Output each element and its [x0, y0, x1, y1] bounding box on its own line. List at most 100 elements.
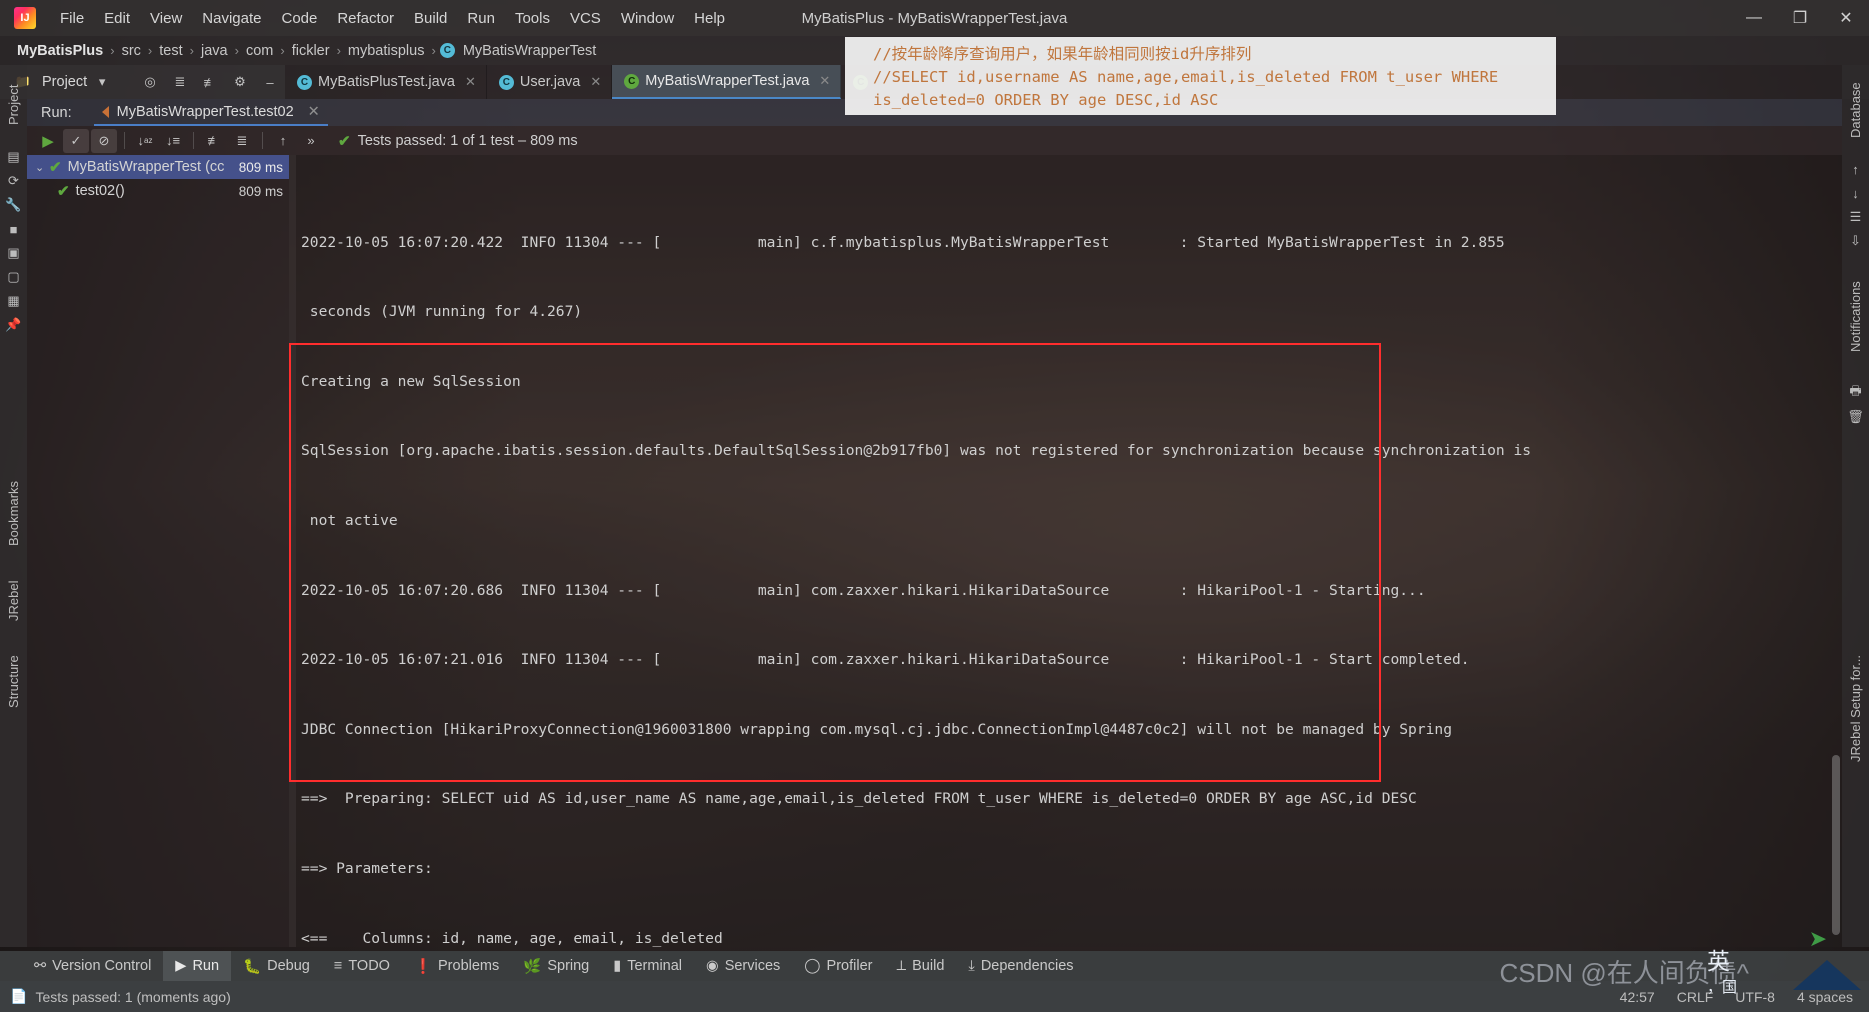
bottom-item-debug[interactable]: 🐛 Debug [231, 951, 322, 981]
menu-item-edit[interactable]: Edit [94, 7, 140, 30]
bottom-item-terminal[interactable]: ▮ Terminal [601, 951, 694, 981]
menu-item-build[interactable]: Build [404, 7, 457, 30]
console-line: ==> Preparing: SELECT uid AS id,user_nam… [301, 790, 1417, 808]
menu-item-file[interactable]: File [50, 7, 94, 30]
maven-icon[interactable]: ▢ [0, 265, 27, 289]
target-icon[interactable]: ◎ [137, 69, 163, 95]
menu-item-tools[interactable]: Tools [505, 7, 560, 30]
jrebel-icon: ➤ [1808, 926, 1827, 951]
caret-position[interactable]: 42:57 [1620, 989, 1655, 1005]
collapse-icon[interactable]: ≣ [167, 69, 193, 95]
collapse-all-icon[interactable]: ≣ [229, 129, 255, 153]
print-icon[interactable]: 🖶 [1842, 381, 1869, 405]
minimize-button[interactable]: — [1731, 0, 1777, 36]
more-icon[interactable]: » [298, 129, 324, 153]
tool-window-jrebel[interactable]: JRebel [6, 567, 21, 635]
bottom-item-run[interactable]: ▶ Run [163, 951, 232, 981]
bottom-item-services[interactable]: ◉ Services [694, 951, 792, 981]
gear-icon[interactable]: ⚙ [227, 69, 253, 95]
breadcrumb-item-java[interactable]: java [198, 43, 231, 59]
console-scrollbar-thumb[interactable] [1832, 755, 1840, 935]
prev-failed-icon[interactable]: ↑ [270, 129, 296, 153]
menu-item-vcs[interactable]: VCS [560, 7, 611, 30]
test-tree-row-method[interactable]: ✔ test02() 809 ms [27, 179, 289, 203]
bottom-item-spring[interactable]: 🌿 Spring [511, 951, 601, 981]
annotation-line-1: //按年龄降序查询用户，如果年龄相同则按id升序排列 [873, 45, 1252, 63]
test-tree: ⌄ ✔ MyBatisWrapperTest (cc 809 ms ✔ test… [27, 155, 289, 947]
rerun-icon[interactable]: ▶ [35, 129, 61, 153]
commit-icon[interactable]: ⟳ [0, 169, 27, 193]
sort-alpha-icon[interactable]: ↓ az [132, 129, 158, 153]
expand-icon[interactable]: ≢ [197, 69, 223, 95]
console-line: JDBC Connection [HikariProxyConnection@1… [301, 720, 1452, 738]
menu-item-refactor[interactable]: Refactor [327, 7, 404, 30]
close-icon[interactable]: ✕ [465, 74, 476, 90]
bottom-item-dependencies[interactable]: ⤓ Dependencies [956, 951, 1085, 981]
ime-language: 英 [1707, 948, 1730, 974]
dependencies-icon: ⤓ [968, 958, 975, 974]
sort-duration-icon[interactable]: ↓≡ [160, 129, 186, 153]
build-icon[interactable]: 🔧 [0, 193, 27, 217]
bottom-item-label: Spring [547, 958, 590, 974]
arrow-up-icon[interactable]: ↑ [1842, 157, 1869, 181]
expand-all-icon[interactable]: ≢ [201, 129, 227, 153]
menu-item-navigate[interactable]: Navigate [192, 7, 271, 30]
grid-icon[interactable]: ▦ [0, 289, 27, 313]
minimize-icon[interactable]: – [257, 69, 283, 95]
console-output[interactable]: 2022-10-05 16:07:20.422 INFO 11304 --- [… [289, 155, 1842, 947]
breadcrumb-item-test[interactable]: test [156, 43, 185, 59]
bottom-item-label: Version Control [52, 958, 152, 974]
show-passed-icon[interactable]: ✓ [63, 128, 89, 153]
run-configuration-tab[interactable]: MyBatisWrapperTest.test02 ✕ [93, 99, 328, 126]
breadcrumb-item-fickler[interactable]: fickler [289, 43, 333, 59]
close-icon[interactable]: ✕ [819, 73, 830, 89]
editor-tab-mybatisplustest[interactable]: C MyBatisPlusTest.java ✕ [285, 65, 487, 99]
stop-icon[interactable]: ■ [0, 217, 27, 241]
menu-item-help[interactable]: Help [684, 7, 735, 30]
tool-window-structure[interactable]: Structure [6, 643, 21, 721]
breadcrumb-separator: › [234, 43, 239, 58]
hide-ignored-icon[interactable]: ⊘ [91, 128, 117, 153]
database-icon[interactable]: ▣ [0, 241, 27, 265]
close-icon[interactable]: ✕ [308, 104, 320, 120]
menu-item-run[interactable]: Run [457, 7, 505, 30]
menu-item-view[interactable]: View [140, 7, 192, 30]
tool-window-project[interactable]: Project [6, 73, 21, 137]
console-line: not active [301, 512, 398, 530]
terminal-icon: ▮ [613, 958, 622, 974]
breadcrumb-item-src[interactable]: src [119, 43, 144, 59]
editor-tab-mybatiswrappertest[interactable]: C MyBatisWrapperTest.java ✕ [612, 65, 842, 99]
chevron-down-icon[interactable]: ⌄ [35, 161, 49, 174]
tool-window-bookmarks[interactable]: Bookmarks [6, 467, 21, 559]
breadcrumb-item-com[interactable]: com [243, 43, 276, 59]
close-button[interactable]: ✕ [1823, 0, 1869, 36]
test-tree-row-class[interactable]: ⌄ ✔ MyBatisWrapperTest (cc 809 ms [27, 155, 289, 179]
bottom-item-build[interactable]: ⟂ Build [884, 951, 956, 981]
chevron-down-icon[interactable]: ▾ [89, 69, 115, 95]
trash-icon[interactable]: 🗑 [1842, 405, 1869, 429]
console-line: SqlSession [org.apache.ibatis.session.de… [301, 442, 1532, 460]
close-icon[interactable]: ✕ [590, 74, 601, 90]
indent-setting[interactable]: 4 spaces [1797, 989, 1853, 1005]
menu-item-code[interactable]: Code [271, 7, 327, 30]
editor-tab-user[interactable]: C User.java ✕ [487, 65, 613, 99]
project-toolbar-label[interactable]: Project [42, 74, 87, 90]
tool-window-database[interactable]: Database [1848, 71, 1863, 149]
pin-icon[interactable]: 📌 [0, 313, 27, 337]
bottom-item-version-control[interactable]: ⚯ Version Control [22, 951, 163, 981]
breadcrumb-item-project[interactable]: MyBatisPlus [14, 43, 106, 59]
tool-window-notifications[interactable]: Notifications [1848, 261, 1863, 373]
bottom-item-problems[interactable]: ❗ Problems [402, 951, 511, 981]
bottom-item-todo[interactable]: ≡ TODO [322, 951, 402, 981]
maximize-button[interactable]: ❐ [1777, 0, 1823, 36]
menu-item-window[interactable]: Window [611, 7, 684, 30]
structure-icon[interactable]: ▤ [0, 145, 27, 169]
breadcrumb-item-mybatisplus[interactable]: mybatisplus [345, 43, 428, 59]
layers-icon[interactable]: ☰ [1842, 205, 1869, 229]
breadcrumb-item-class[interactable]: MyBatisWrapperTest [460, 43, 600, 59]
arrow-down-icon[interactable]: ↓ [1842, 181, 1869, 205]
tool-window-jrebel-setup[interactable]: JRebel Setup for... [1848, 639, 1863, 779]
bottom-item-profiler[interactable]: ◯ Profiler [792, 951, 884, 981]
download-icon[interactable]: ⇩ [1842, 229, 1869, 253]
console-gutter [289, 155, 296, 947]
